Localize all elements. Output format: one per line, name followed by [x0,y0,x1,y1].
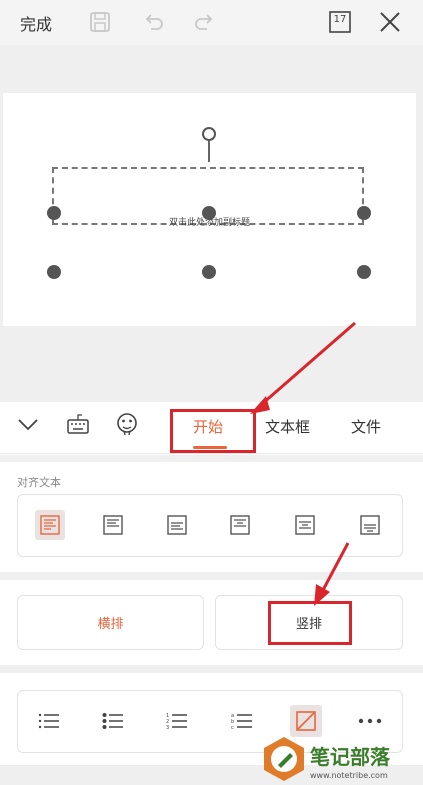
svg-text:3: 3 [166,725,169,730]
align-top-right-button[interactable] [225,510,255,540]
more-options-icon[interactable] [354,705,386,737]
redo-icon[interactable] [190,8,218,36]
resize-handle-top[interactable] [202,206,216,220]
resize-handle-bottom[interactable] [202,265,216,279]
lettered-list-icon[interactable]: abc [226,705,258,737]
close-icon[interactable] [376,8,404,36]
resize-handle-top-right[interactable] [357,206,371,220]
section-divider [0,665,423,673]
watermark-text: 笔记部落 [310,745,390,769]
align-bottom-button[interactable] [355,510,385,540]
align-options-card [17,494,403,557]
top-toolbar: 完成 17 [0,0,423,45]
horizontal-text-label: 横排 [97,617,124,632]
done-button[interactable]: 完成 [20,11,52,35]
svg-text:c: c [231,725,234,730]
emoji-icon[interactable] [115,411,139,441]
bullet-list-icon[interactable] [33,705,65,737]
watermark: 笔记部落 www.notetribe.com [262,735,423,785]
section-divider [0,455,423,462]
resize-handle-bottom-right[interactable] [357,265,371,279]
watermark-logo-icon [264,737,304,781]
page-count-label: 17 [333,14,347,25]
tab-textbox[interactable]: 文本框 [265,416,310,437]
keyboard-icon[interactable] [66,412,90,440]
annotation-box-vertical [268,601,352,645]
rotate-handle[interactable] [202,127,216,141]
align-middle-center-button[interactable] [290,510,320,540]
align-top-left-button[interactable] [35,510,65,540]
annotation-box-start-tab [170,409,256,453]
undo-icon[interactable] [140,8,168,36]
rotate-connector [208,140,210,162]
page-count-button[interactable]: 17 [326,8,354,36]
filled-bullet-list-icon[interactable] [97,705,129,737]
save-icon[interactable] [86,8,114,36]
align-section-label: 对齐文本 [17,476,61,489]
horizontal-text-button[interactable]: 横排 [17,595,204,650]
resize-handle-bottom-left[interactable] [47,265,61,279]
watermark-site: www.notetribe.com [310,771,388,780]
tab-file[interactable]: 文件 [351,416,381,437]
numbered-list-icon[interactable]: 123 [161,705,193,737]
section-divider [0,572,423,580]
align-top-center-button[interactable] [98,510,128,540]
align-middle-left-button[interactable] [162,510,192,540]
resize-handle-top-left[interactable] [47,206,61,220]
no-list-icon[interactable] [290,705,322,737]
chevron-down-icon[interactable] [16,414,40,438]
